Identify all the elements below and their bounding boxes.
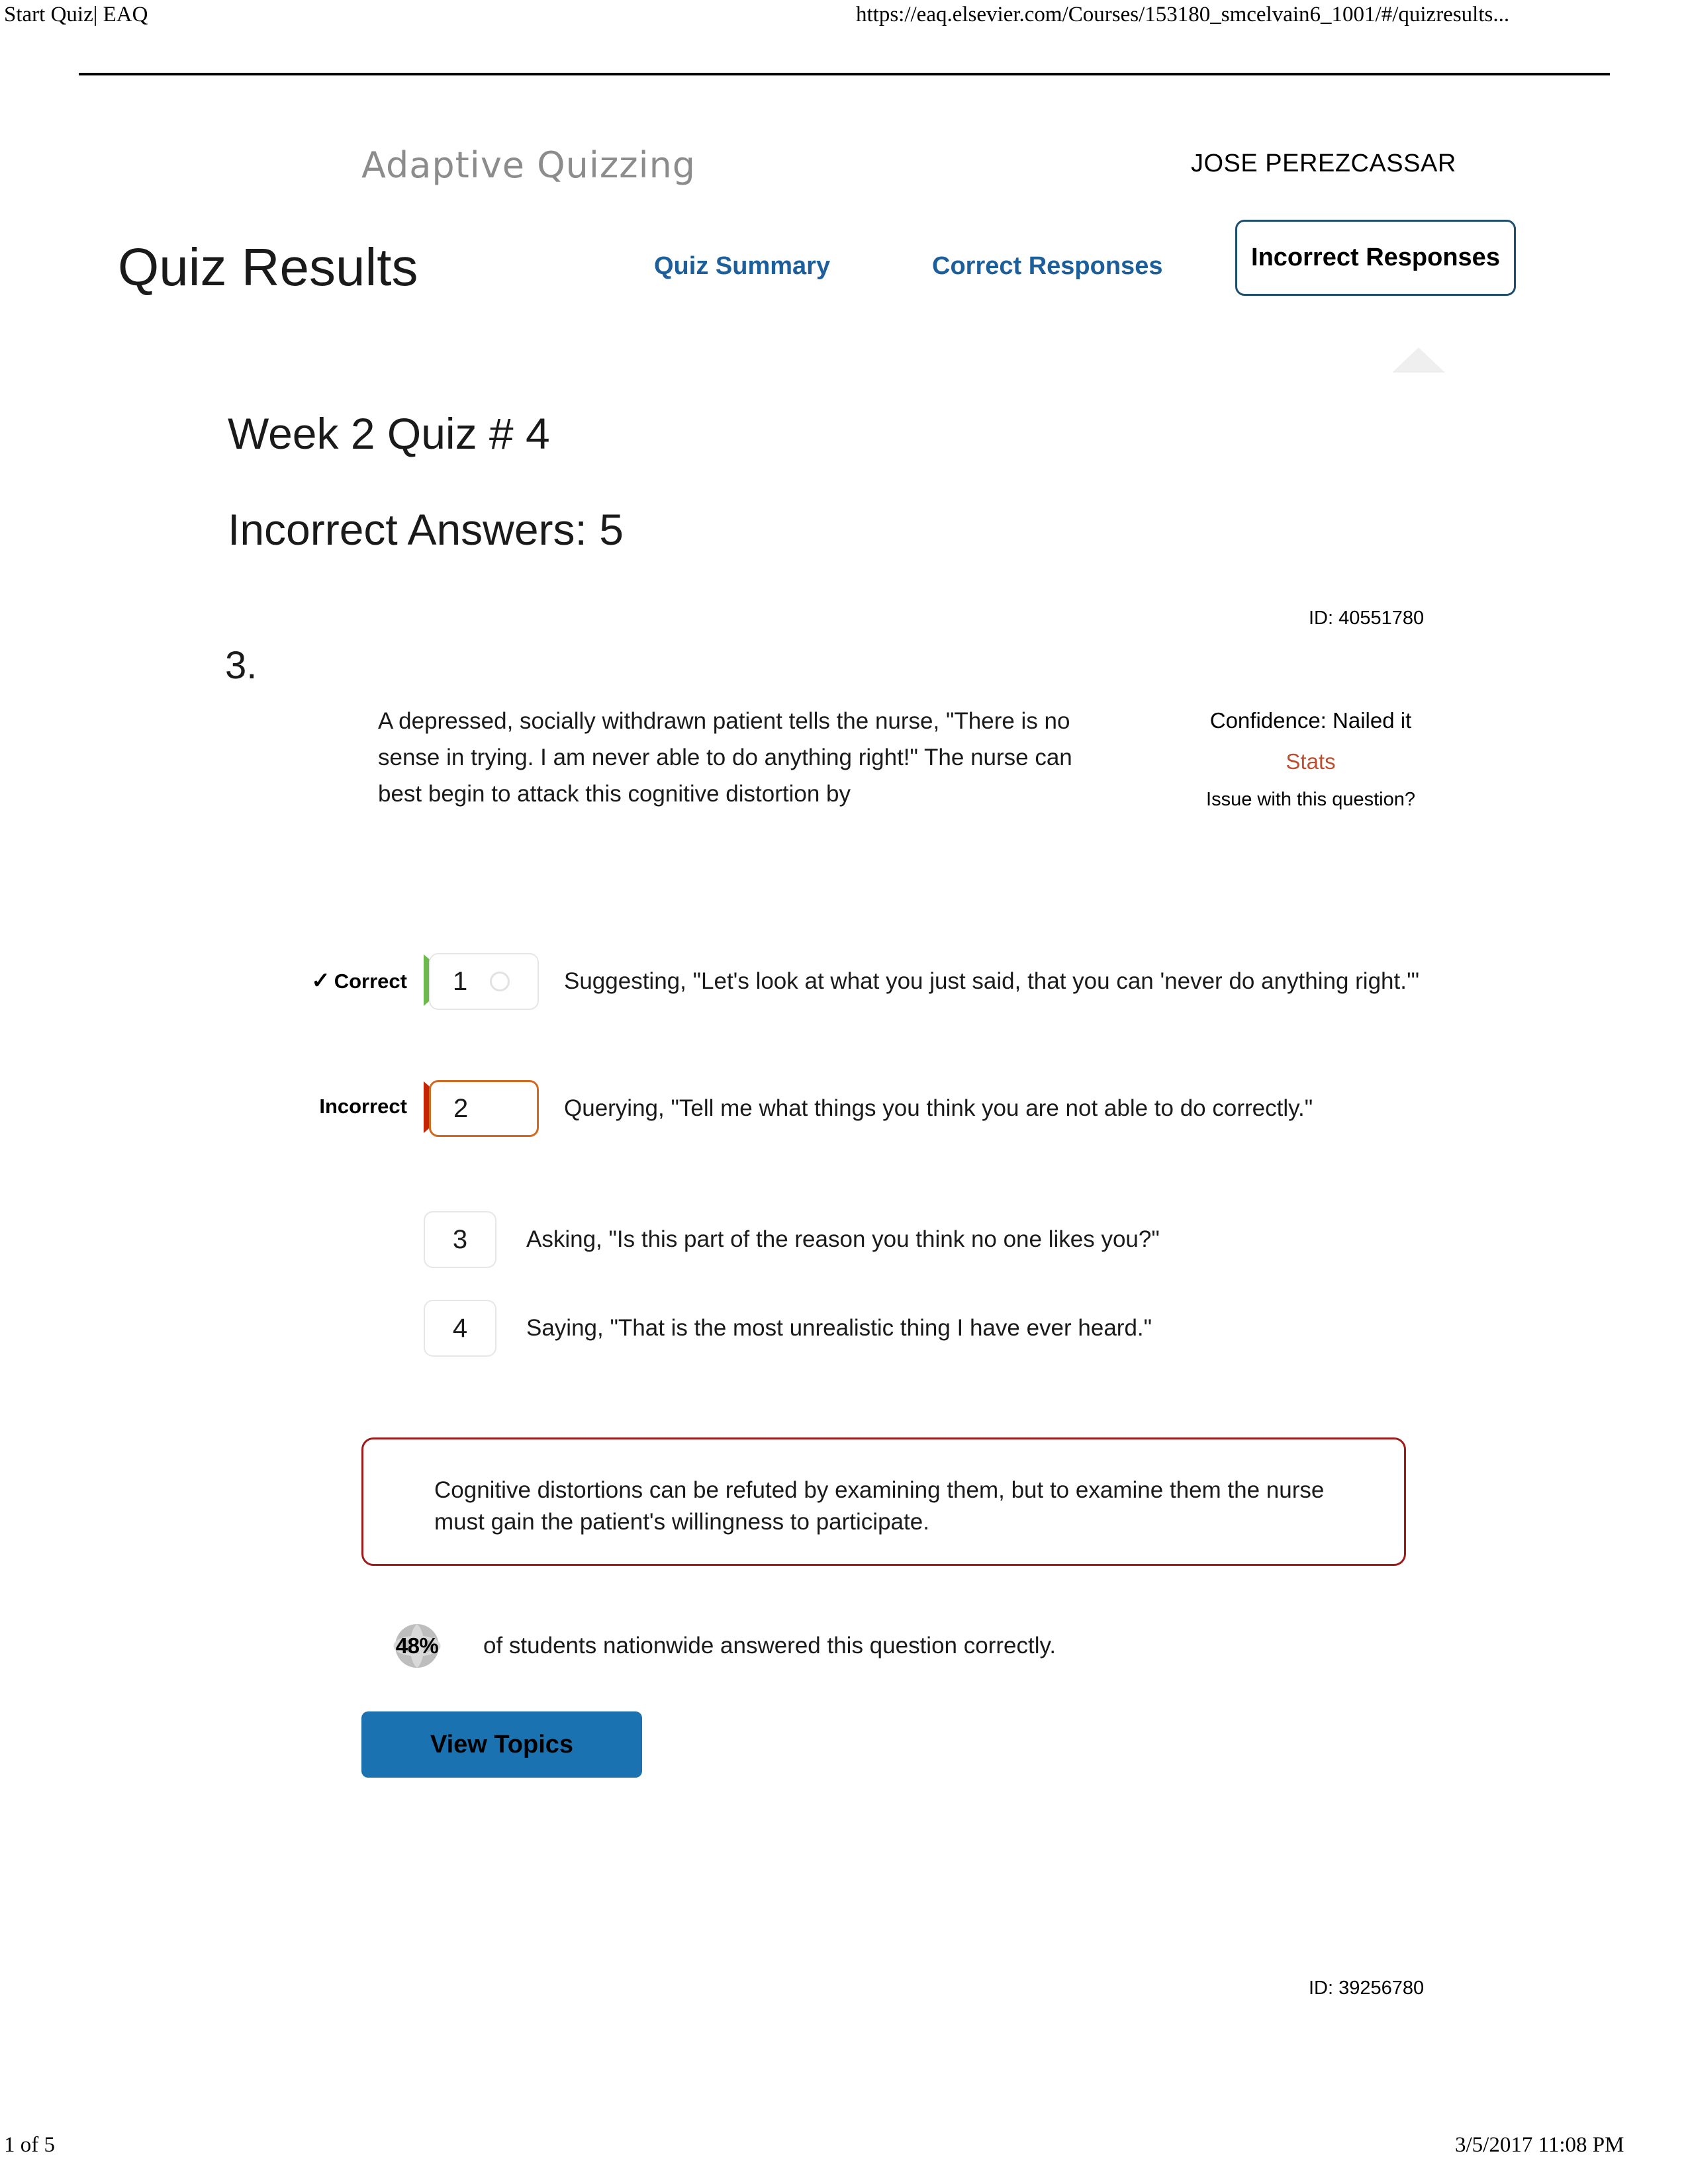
answer-option-3-text: Asking, "Is this part of the reason you … bbox=[526, 1226, 1160, 1252]
question-meta-column: Confidence: Nailed it Stats Issue with t… bbox=[1145, 708, 1476, 811]
nationwide-description: of students nationwide answered this que… bbox=[483, 1633, 1056, 1659]
verdict-incorrect-label: Incorrect bbox=[319, 1095, 407, 1118]
verdict-correct-label: Correct bbox=[334, 970, 407, 993]
print-header-url: https://eaq.elsevier.com/Courses/153180_… bbox=[856, 3, 1510, 26]
page-title: Quiz Results bbox=[118, 238, 418, 296]
adaptive-quizzing-logo: Adaptive Quizzing bbox=[361, 144, 696, 186]
question-stem: A depressed, socially withdrawn patient … bbox=[378, 708, 1072, 807]
view-topics-button[interactable]: View Topics bbox=[361, 1711, 642, 1778]
verdict-incorrect: Incorrect bbox=[261, 1095, 407, 1118]
answer-option-2-box[interactable]: 2 bbox=[429, 1080, 539, 1137]
stats-link[interactable]: Stats bbox=[1145, 749, 1476, 774]
answer-option-1-text: Suggesting, "Let's look at what you just… bbox=[564, 968, 1420, 994]
nationwide-stat: 48% of students nationwide answered this… bbox=[393, 1622, 1056, 1670]
quiz-name: Week 2 Quiz # 4 bbox=[228, 409, 550, 458]
user-name-label: JOSE PEREZCASSAR bbox=[1191, 150, 1456, 177]
print-timestamp: 3/5/2017 11:08 PM bbox=[1455, 2133, 1624, 2157]
answer-option-1-box[interactable]: 1 bbox=[429, 953, 539, 1010]
rationale-text: Cognitive distortions can be refuted by … bbox=[434, 1477, 1325, 1535]
tab-correct-responses[interactable]: Correct Responses bbox=[932, 252, 1162, 281]
print-header-title: Start Quiz| EAQ bbox=[4, 3, 148, 26]
issue-with-question-link[interactable]: Issue with this question? bbox=[1145, 789, 1476, 811]
verdict-correct: ✓ Correct bbox=[261, 968, 407, 994]
rationale-box: Cognitive distortions can be refuted by … bbox=[361, 1437, 1406, 1566]
quiz-id-bottom: ID: 39256780 bbox=[1309, 1978, 1425, 1999]
tab-quiz-summary[interactable]: Quiz Summary bbox=[654, 252, 830, 281]
answer-option-3-box[interactable]: 3 bbox=[424, 1211, 496, 1268]
incorrect-answers-count: Incorrect Answers: 5 bbox=[228, 505, 624, 554]
answer-option-2-text: Querying, "Tell me what things you think… bbox=[564, 1095, 1313, 1121]
print-header: Start Quiz| EAQ https://eaq.elsevier.com… bbox=[0, 0, 1688, 79]
answer-option-4-text: Saying, "That is the most unrealistic th… bbox=[526, 1315, 1152, 1341]
question-number: 3. bbox=[225, 644, 258, 687]
nationwide-percent: 48% bbox=[395, 1633, 439, 1658]
answer-option-4-number: 4 bbox=[452, 1314, 468, 1343]
tab-incorrect-responses[interactable]: Incorrect Responses bbox=[1235, 220, 1516, 296]
globe-icon: 48% bbox=[393, 1622, 441, 1670]
caret-up-icon[interactable] bbox=[1392, 347, 1445, 373]
answer-option-1-number: 1 bbox=[453, 967, 468, 996]
answer-option-3-number: 3 bbox=[452, 1225, 468, 1254]
confidence-label: Confidence: Nailed it bbox=[1209, 708, 1412, 733]
quiz-id-top: ID: 40551780 bbox=[1309, 608, 1425, 629]
check-icon: ✓ bbox=[311, 968, 330, 993]
header-divider bbox=[79, 73, 1610, 75]
answer-option-2-number: 2 bbox=[453, 1094, 469, 1123]
tab-incorrect-responses-label: Incorrect Responses bbox=[1251, 244, 1500, 271]
answer-option-4-box[interactable]: 4 bbox=[424, 1300, 496, 1357]
radio-button-icon[interactable] bbox=[490, 972, 510, 991]
page-number: 1 of 5 bbox=[4, 2133, 55, 2157]
